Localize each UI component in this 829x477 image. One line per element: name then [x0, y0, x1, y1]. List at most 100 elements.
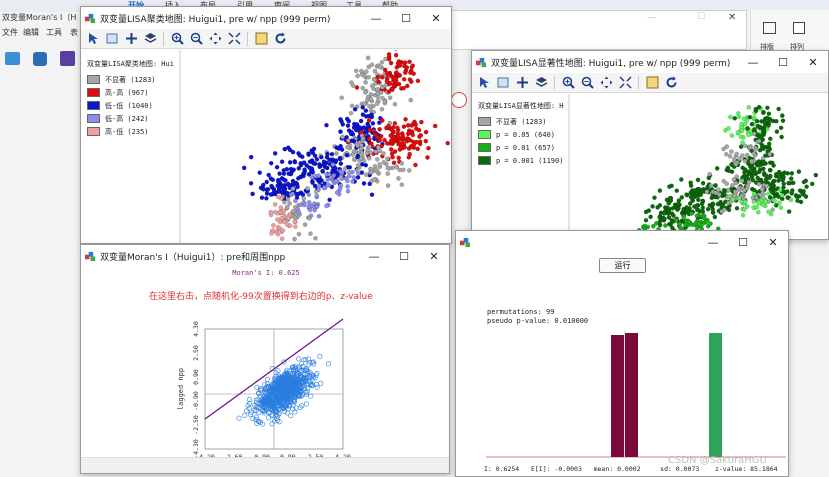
legend-item[interactable]: 高-低 (235) — [87, 125, 174, 138]
background-menu-tools[interactable]: 工具 — [46, 27, 62, 38]
typeset-icon[interactable] — [763, 22, 776, 34]
significance-map-dot — [662, 211, 667, 216]
cluster-map-dot — [292, 236, 297, 242]
refresh-icon[interactable] — [272, 31, 288, 47]
fit-extent-icon[interactable] — [617, 75, 633, 91]
stop-icon[interactable] — [33, 52, 47, 66]
legend-item[interactable]: 不显著 (1283) — [478, 115, 564, 128]
legend-item[interactable]: p = 0.01 (657) — [478, 141, 564, 154]
moran-scatter-titlebar[interactable]: 双变量Moran's I（Huigui1）: pre和周围npp — ☐ ✕ — [81, 245, 449, 267]
minimize-button[interactable]: — — [359, 245, 389, 267]
select-region-icon[interactable] — [495, 75, 511, 91]
significance-map-dot — [712, 214, 718, 220]
folder-icon[interactable] — [5, 52, 20, 65]
cluster-map-dot — [287, 223, 293, 228]
cluster-map-dot — [403, 117, 408, 122]
significance-map-dot — [701, 213, 706, 219]
background-dialog-maximize[interactable]: ☐ — [697, 12, 705, 22]
cluster-map-dot — [301, 196, 307, 201]
refresh-icon[interactable] — [663, 75, 679, 91]
legend-item[interactable]: 不显著 (1283) — [87, 73, 174, 86]
cluster-map-dot — [276, 229, 282, 235]
cluster-map-canvas[interactable] — [181, 50, 452, 244]
cluster-map-dot — [334, 190, 340, 195]
background-menu-edit[interactable]: 编辑 — [23, 27, 39, 38]
close-button[interactable]: ✕ — [798, 51, 828, 73]
select-region-icon[interactable] — [104, 31, 120, 47]
legend-label: 高-高 (967) — [105, 88, 149, 97]
cluster-map-dot — [291, 180, 297, 186]
significance-map-dot — [800, 192, 806, 197]
zoom-in-icon[interactable] — [169, 31, 185, 47]
move-icon[interactable] — [207, 31, 223, 47]
save-icon[interactable] — [60, 51, 75, 66]
minimize-button[interactable]: — — [738, 51, 768, 73]
cluster-map-dot — [373, 149, 379, 154]
select-tool-icon[interactable] — [476, 75, 492, 91]
arrange-icon[interactable] — [793, 22, 805, 34]
cluster-map-dot — [345, 184, 350, 189]
cluster-map-dot — [296, 176, 301, 181]
cluster-map-dot — [300, 192, 306, 197]
cluster-map-dot — [386, 123, 391, 129]
close-button[interactable]: ✕ — [419, 245, 449, 267]
legend-item[interactable]: 高-高 (967) — [87, 86, 174, 99]
cluster-map-dot — [350, 152, 356, 157]
cluster-map-dot — [287, 160, 293, 165]
background-dialog-close[interactable]: ✕ — [728, 12, 736, 23]
moran-scatter-plot[interactable]: -4.20 -2.60 -0.90 0.90 2.50 4.204.302.500.90-… — [81, 267, 450, 457]
select-tool-icon[interactable] — [85, 31, 101, 47]
legend-item[interactable]: p = 0.05 (640) — [478, 128, 564, 141]
significance-map-dot — [715, 201, 721, 207]
significance-map-dot — [761, 146, 766, 151]
fit-extent-icon[interactable] — [226, 31, 242, 47]
significance-map-dot — [657, 203, 663, 208]
legend-item[interactable]: p = 0.001 (1190) — [478, 154, 564, 167]
background-menu-file[interactable]: 文件 — [2, 27, 18, 38]
close-button[interactable]: ✕ — [421, 7, 451, 29]
significance-map-dot — [729, 183, 735, 188]
cluster-map-dot — [388, 60, 394, 66]
cluster-map-dot — [367, 104, 372, 109]
zoom-out-icon[interactable] — [188, 31, 204, 47]
significance-map-dot — [707, 202, 713, 208]
maximize-button[interactable]: ☐ — [389, 245, 419, 267]
maximize-button[interactable]: ☐ — [391, 7, 421, 29]
cluster-map-dot — [407, 59, 412, 65]
cluster-map-dot — [409, 123, 415, 128]
legend-swatch — [87, 75, 100, 84]
background-menu-table[interactable]: 表 — [70, 27, 78, 38]
pan-icon[interactable] — [123, 31, 139, 47]
maximize-button[interactable]: ☐ — [768, 51, 798, 73]
legend-item[interactable]: 低-高 (242) — [87, 112, 174, 125]
cluster-map-dot — [264, 195, 269, 201]
cluster-map-dot — [275, 179, 281, 184]
cluster-map-dot — [374, 101, 380, 106]
significance-map-dot — [745, 183, 750, 189]
significance-map-titlebar[interactable]: 双变量LISA显著性地图: Huigui1, pre w/ npp (999 p… — [472, 51, 828, 73]
zoom-out-icon[interactable] — [579, 75, 595, 91]
zoom-in-icon[interactable] — [560, 75, 576, 91]
cluster-map-dot — [350, 83, 356, 88]
pan-icon[interactable] — [514, 75, 530, 91]
move-icon[interactable] — [598, 75, 614, 91]
legend-item[interactable]: 低-低 (1040) — [87, 99, 174, 112]
layers-icon[interactable] — [142, 31, 158, 47]
significance-map-dot — [782, 170, 787, 175]
minimize-button[interactable]: — — [361, 7, 391, 29]
cluster-map-dot — [280, 228, 286, 233]
layers-icon[interactable] — [533, 75, 549, 91]
cluster-map-dot — [370, 128, 376, 133]
significance-map-dot — [679, 177, 684, 182]
cluster-map-dot — [361, 125, 367, 130]
significance-map-dot — [760, 156, 766, 161]
map-options-icon[interactable] — [253, 31, 269, 47]
significance-map-dot — [699, 223, 704, 228]
background-dialog-minimize[interactable]: — — [647, 13, 656, 23]
cluster-map-dot — [411, 71, 416, 77]
cluster-map-dot — [275, 183, 280, 188]
map-options-icon[interactable] — [644, 75, 660, 91]
significance-map-dot — [674, 188, 680, 193]
cluster-map-titlebar[interactable]: 双变量LISA聚类地图: Huigui1, pre w/ npp (999 pe… — [81, 7, 451, 29]
significance-map-canvas[interactable] — [570, 94, 829, 240]
